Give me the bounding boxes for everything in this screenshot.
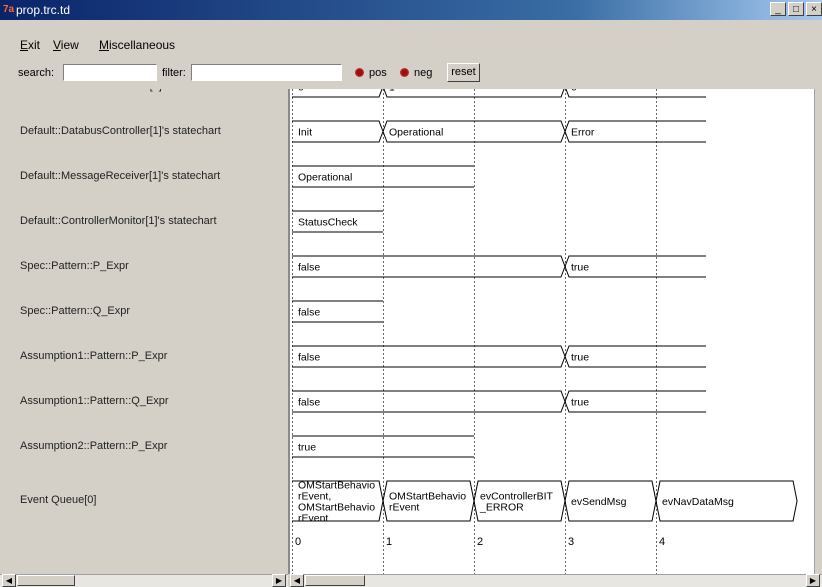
right-horizontal-scrollbar[interactable] [290,574,822,587]
signal-value-label: 0 [298,89,304,94]
title-bar: 7a prop.trc.td _ □ × [0,0,822,20]
signal-value-label: rEvent [389,502,419,514]
signal-value-segment [292,255,566,278]
neg-label: neg [414,67,433,79]
left-scroll-thumb[interactable] [17,575,75,586]
time-tick-label: 4 [659,536,665,548]
filter-input[interactable] [191,64,342,81]
signal-value-label: Operational [389,127,443,139]
signal-name[interactable]: Spec::Pattern::P_Expr [20,260,129,272]
right-scroll-thumb[interactable] [305,575,365,586]
time-tick-label: 3 [568,536,574,548]
signal-value-label: _ERROR [479,502,524,514]
timing-diagram-svg: 0 1 2 3 4 0 1 0 Init Operational Error Operational S… [292,89,798,574]
signal-value-label: evSendMsg [571,496,627,508]
time-tick-label: 0 [295,536,301,548]
signal-name[interactable]: Assumption2::Pattern::P_Expr [20,440,167,452]
right-scroll-left-arrow[interactable]: ◀ [290,574,304,587]
search-label: search: [18,67,55,79]
signal-name[interactable]: Assumption1::Pattern::Q_Expr [20,395,169,407]
signal-value-label: false [298,397,320,409]
signal-value-label: true [571,262,589,274]
signal-value-label: true [571,397,589,409]
pos-radio[interactable] [355,68,364,77]
minimize-button[interactable]: _ [770,2,786,16]
vertical-scrollbar[interactable] [814,89,822,574]
menu-exit[interactable]: Exit [20,38,40,52]
signal-value-label: evNavDataMsg [662,496,734,508]
signal-name[interactable]: Default::DatabusController[1]::controlle… [20,89,244,92]
signal-name[interactable]: Assumption1::Pattern::P_Expr [20,350,167,362]
search-input[interactable] [63,64,157,81]
signal-value-label: false [298,262,320,274]
left-scroll-right-arrow[interactable]: ▶ [272,574,286,587]
signal-value-label: StatusCheck [298,217,358,229]
signal-value-label: 1 [389,89,395,94]
right-scroll-right-arrow[interactable]: ▶ [806,574,820,587]
signal-value-label: Operational [298,172,352,184]
signal-value-label: Error [571,127,595,139]
time-tick-label: 2 [477,536,483,548]
signal-value-label: true [298,442,316,454]
signal-name[interactable]: Spec::Pattern::Q_Expr [20,305,130,317]
close-button[interactable]: × [806,2,822,16]
signal-name[interactable]: Default::DatabusController[1]'s statecha… [20,125,221,137]
signal-value-label: 0 [571,89,577,94]
time-tick-label: 1 [386,536,392,548]
menu-bar: Exit View Miscellaneous [0,34,822,54]
left-scroll-left-arrow[interactable]: ◀ [2,574,16,587]
signal-name[interactable]: Default::ControllerMonitor[1]'s statecha… [20,215,217,227]
signal-value-label: true [571,352,589,364]
signal-value-label: false [298,307,320,319]
window-title: prop.trc.td [16,3,71,17]
signal-name[interactable]: Event Queue[0] [20,494,96,506]
toolbar: search: filter: pos neg reset [0,62,822,84]
maximize-button[interactable]: □ [788,2,804,16]
app-icon: 7a [3,4,15,15]
signal-value-segment [292,89,383,98]
signal-value-label: rEvent [298,513,328,525]
pos-label: pos [369,67,387,79]
signal-value-segment [292,390,566,413]
timing-diagram: 0 1 2 3 4 0 1 0 Init Operational Error Operational S… [290,89,814,574]
menu-miscellaneous[interactable]: Miscellaneous [99,38,175,52]
menu-view[interactable]: View [53,38,79,52]
signal-name-list: Default::DatabusController[1]::controlle… [0,89,288,574]
signal-value-segment [292,345,566,368]
filter-label: filter: [162,67,186,79]
signal-value-label: false [298,352,320,364]
reset-button[interactable]: reset [447,63,480,82]
signal-value-segment [565,89,707,98]
signal-name[interactable]: Default::MessageReceiver[1]'s statechart [20,170,220,182]
signal-value-label: Init [298,127,312,139]
neg-radio[interactable] [400,68,409,77]
